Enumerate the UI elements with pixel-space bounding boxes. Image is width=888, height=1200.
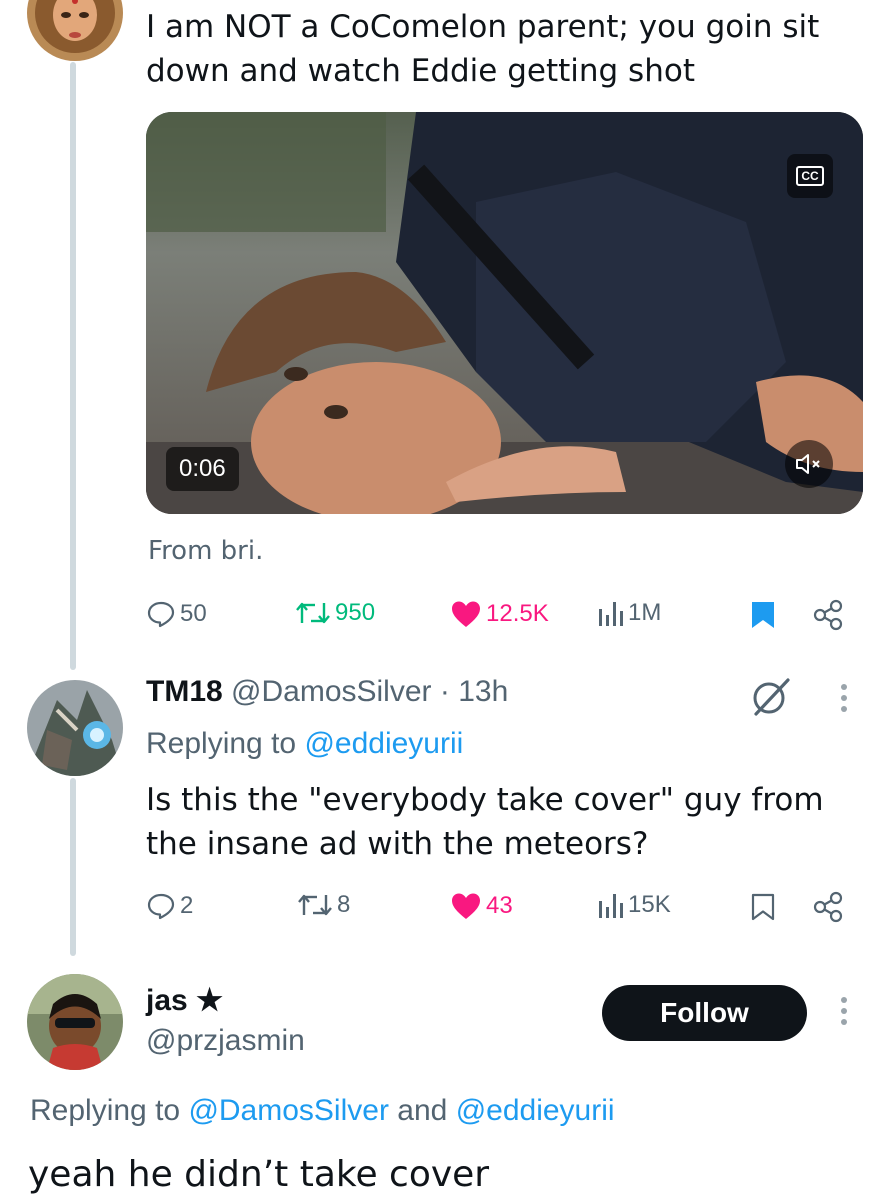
share-button[interactable]: [812, 599, 844, 631]
retweet-icon: [298, 894, 332, 916]
bookmark-icon: [751, 893, 775, 921]
attribution-label: From bri.: [148, 536, 264, 566]
bookmark-button[interactable]: [750, 600, 776, 630]
replying-to: Replying to @DamosSilver and @eddieyurii: [30, 1094, 615, 1128]
reply-count: 50: [180, 600, 207, 627]
speaker-muted-icon: [796, 454, 820, 474]
mention-link[interactable]: @DamosSilver: [188, 1094, 389, 1127]
retweet-icon: [296, 602, 330, 624]
bookmark-button[interactable]: [750, 892, 776, 922]
like-button[interactable]: 12.5K: [450, 599, 549, 629]
display-name: jas: [146, 984, 188, 1017]
share-icon: [813, 891, 843, 923]
tweet-text: yeah he didn’t take cover: [28, 1154, 490, 1195]
tweet-header: TM18 @DamosSilver · 13h: [146, 675, 508, 709]
avatar[interactable]: [27, 0, 123, 61]
retweet-count: 8: [337, 891, 351, 918]
avatar[interactable]: [27, 680, 123, 776]
follow-button[interactable]: Follow: [602, 985, 807, 1041]
tweet-text: Is this the "everybody take cover" guy f…: [146, 778, 824, 866]
tweet-text-line: down and watch Eddie getting shot: [146, 53, 695, 89]
reply-count: 2: [180, 892, 194, 919]
views-button[interactable]: 15K: [598, 891, 671, 919]
replying-prefix: Replying to: [146, 727, 297, 760]
thread-line: [70, 62, 76, 670]
handle[interactable]: @przjasmin: [146, 1024, 305, 1058]
more-options-button[interactable]: [841, 997, 847, 1025]
replying-prefix: Replying to: [30, 1094, 181, 1127]
separator: ·: [439, 675, 450, 708]
more-options-button[interactable]: [841, 684, 847, 712]
retweet-button[interactable]: 950: [295, 599, 375, 627]
video-duration: 0:06: [166, 447, 239, 491]
grok-icon[interactable]: [748, 674, 794, 720]
reply-button[interactable]: 2: [146, 891, 193, 921]
avatar[interactable]: [27, 974, 123, 1070]
reply-icon: [147, 601, 175, 628]
author-name[interactable]: jas ★: [146, 983, 223, 1018]
handle[interactable]: @DamosSilver: [231, 675, 432, 708]
like-button[interactable]: 43: [450, 891, 513, 921]
captions-button[interactable]: CC: [787, 154, 833, 198]
view-count: 15K: [628, 891, 671, 918]
retweet-button[interactable]: 8: [297, 891, 350, 919]
timestamp[interactable]: 13h: [458, 675, 508, 708]
like-count: 12.5K: [486, 600, 549, 627]
heart-icon: [452, 893, 480, 919]
reply-icon: [147, 893, 175, 920]
share-button[interactable]: [812, 891, 844, 923]
tweet-text-line: Is this the "everybody take cover" guy f…: [146, 782, 824, 818]
mention-link[interactable]: @eddieyurii: [304, 727, 463, 760]
cc-label: CC: [796, 166, 824, 186]
thread-line: [70, 778, 76, 956]
heart-icon: [452, 601, 480, 627]
replying-to: Replying to @eddieyurii: [146, 727, 463, 761]
tweet-text: I am NOT a CoComelon parent; you goin si…: [146, 5, 819, 93]
star-emoji: ★: [196, 984, 223, 1017]
view-count: 1M: [628, 599, 662, 626]
mute-button[interactable]: [785, 440, 833, 488]
tweet-text-line: I am NOT a CoComelon parent; you goin si…: [146, 9, 820, 45]
views-icon: [599, 602, 623, 626]
video-player[interactable]: CC 0:06: [146, 112, 863, 514]
views-icon: [599, 894, 623, 918]
views-button[interactable]: 1M: [598, 599, 661, 627]
video-thumbnail: [146, 112, 863, 514]
tweet-text-line: the insane ad with the meteors?: [146, 826, 649, 862]
mention-link[interactable]: @eddieyurii: [456, 1094, 615, 1127]
display-name[interactable]: TM18: [146, 675, 223, 708]
like-count: 43: [486, 892, 513, 919]
reply-button[interactable]: 50: [146, 599, 207, 629]
bookmark-filled-icon: [752, 602, 774, 628]
share-icon: [813, 599, 843, 631]
replying-and: and: [397, 1094, 448, 1127]
retweet-count: 950: [335, 599, 376, 626]
